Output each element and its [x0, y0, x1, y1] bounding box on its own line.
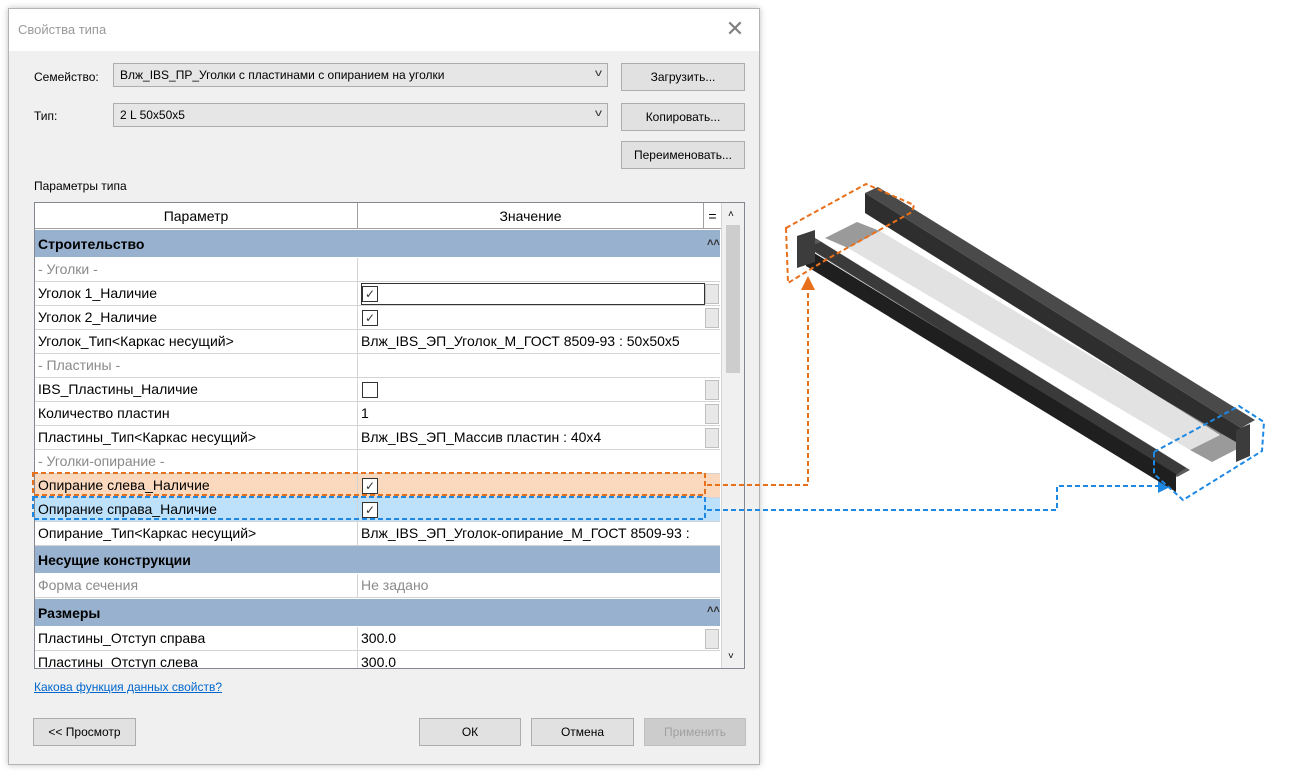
- blue-highlight-frame: [32, 496, 706, 520]
- annotation-overlay: [32, 182, 1266, 520]
- orange-highlight-frame: [32, 472, 706, 496]
- beam-illustration: [797, 187, 1255, 492]
- orange-connector: [707, 288, 809, 486]
- orange-arrow-head: [801, 276, 815, 290]
- blue-connector: [707, 485, 1160, 511]
